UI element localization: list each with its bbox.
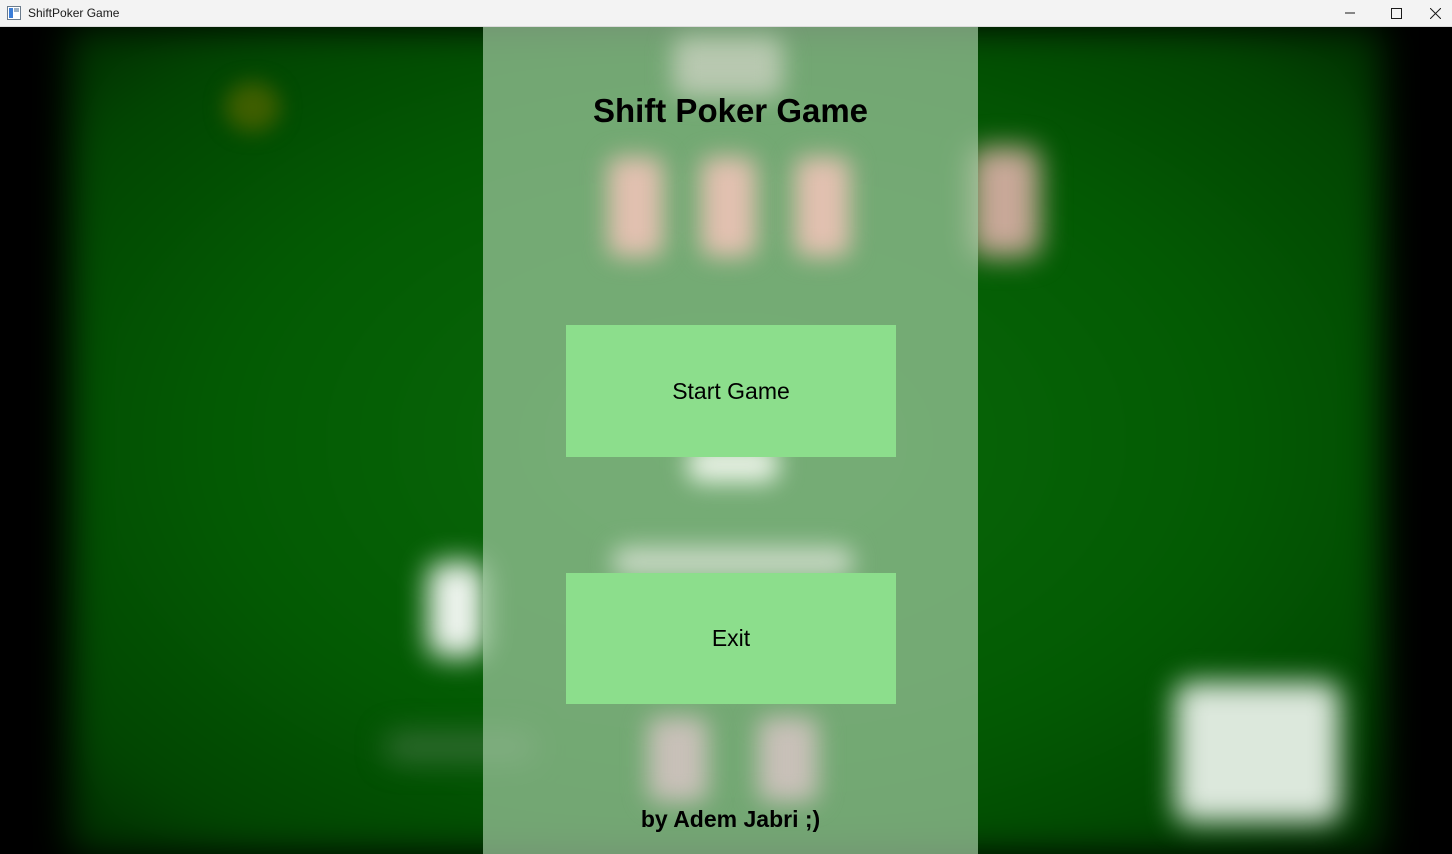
- card-blur: [648, 717, 708, 802]
- card-blur: [701, 157, 756, 257]
- author-credit: by Adem Jabri ;): [640, 806, 821, 832]
- app-window: ShiftPoker Game Shift Poker Game Start G…: [0, 0, 1452, 854]
- start-game-button[interactable]: Start Game: [566, 325, 896, 457]
- player-panel-blur: [1175, 682, 1340, 822]
- card-blur: [608, 157, 663, 257]
- game-background: Shift Poker Game Start Game Exit by Adem…: [0, 27, 1452, 854]
- card-blur: [673, 37, 783, 97]
- main-menu-panel: Shift Poker Game Start Game Exit by Adem…: [483, 27, 978, 854]
- close-icon: [1429, 7, 1441, 19]
- minimize-button[interactable]: [1327, 0, 1373, 26]
- title-bar: ShiftPoker Game: [0, 0, 1452, 27]
- card-blur: [428, 562, 486, 657]
- maximize-button[interactable]: [1373, 0, 1419, 26]
- game-title: Shift Poker Game: [592, 92, 869, 129]
- maximize-icon: [1390, 7, 1402, 19]
- card-blur: [970, 147, 1040, 257]
- card-blur: [758, 717, 818, 802]
- app-window-icon: [7, 6, 21, 20]
- minimize-icon: [1345, 8, 1355, 18]
- window-title: ShiftPoker Game: [28, 6, 120, 20]
- exit-button[interactable]: Exit: [566, 573, 896, 704]
- chip-blur: [225, 82, 280, 132]
- card-blur: [795, 157, 850, 257]
- close-button[interactable]: [1418, 0, 1452, 26]
